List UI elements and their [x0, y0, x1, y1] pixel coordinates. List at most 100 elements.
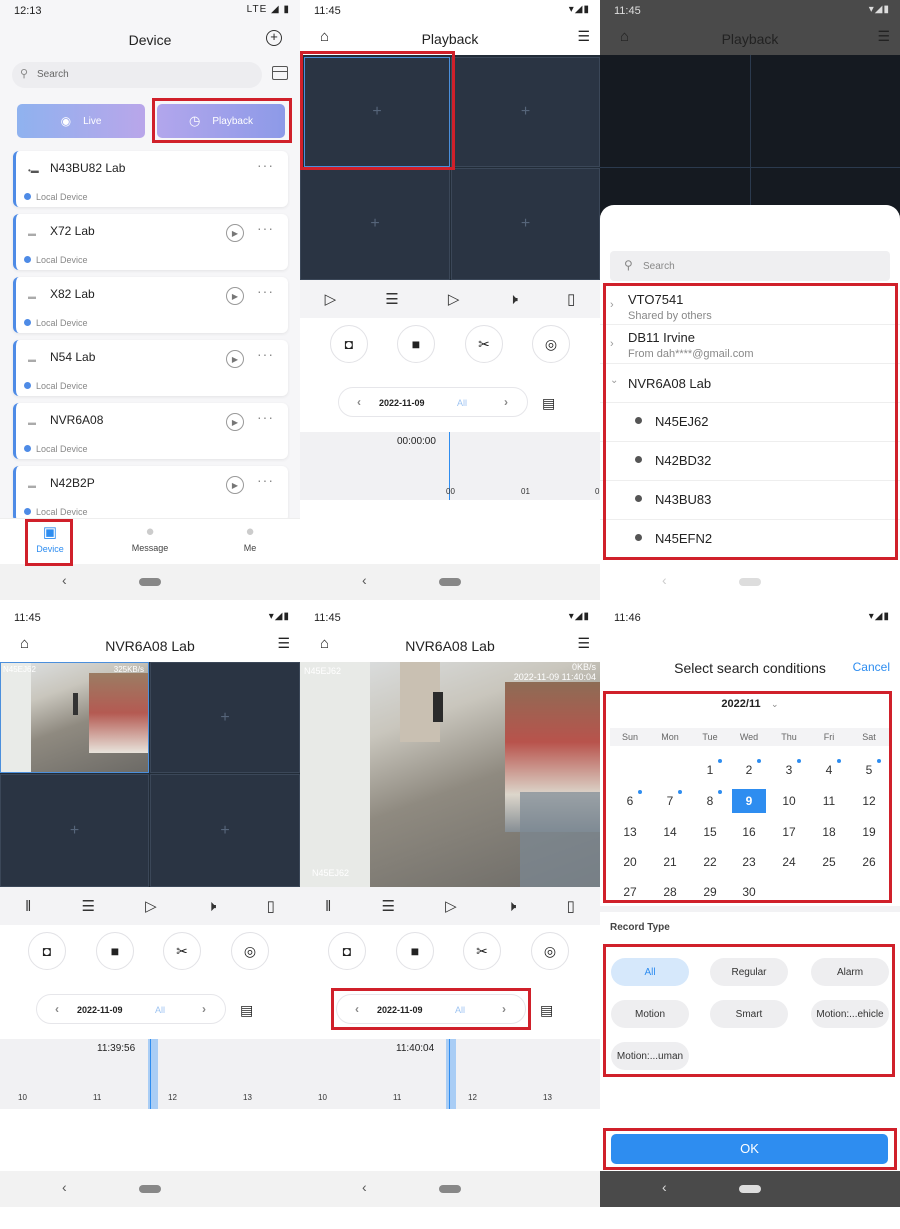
video-cell[interactable]: + — [451, 57, 600, 167]
add-channel-icon[interactable]: + — [220, 709, 229, 727]
speed-button[interactable]: ◎ — [532, 325, 570, 363]
record-filter[interactable]: All — [155, 1005, 165, 1015]
more-icon[interactable]: ··· — [257, 157, 274, 173]
more-icon[interactable]: ··· — [257, 346, 274, 362]
timeline-cursor[interactable] — [449, 1039, 450, 1109]
tree-device-row[interactable]: › DB11 Irvine From dah****@gmail.com — [600, 326, 900, 364]
device-card[interactable]: ▬ N54 Lab ▶ ··· Local Device — [13, 340, 288, 396]
search-input[interactable]: ⚲ Search — [12, 62, 262, 88]
play-icon[interactable]: ▷ — [325, 290, 337, 308]
calendar-day[interactable]: 7 — [650, 790, 690, 808]
calendar-day[interactable]: 4 — [809, 759, 849, 777]
chevron-down-icon[interactable]: ⌄ — [610, 375, 618, 386]
split-screen-icon[interactable]: ☰ — [382, 897, 395, 915]
back-icon[interactable]: ‹ — [662, 1179, 667, 1195]
device-list-icon[interactable]: ☰ — [577, 28, 590, 45]
tree-channel-row[interactable]: N43BU83 — [600, 481, 900, 520]
calendar-day[interactable]: 11 — [809, 794, 849, 808]
tab-message[interactable]: ● Message — [128, 523, 172, 563]
calendar-day[interactable]: 20 — [610, 855, 650, 869]
mute-icon[interactable]: 🕨 — [507, 898, 516, 915]
back-icon[interactable]: ‹ — [62, 1179, 67, 1195]
split-screen-icon[interactable]: ☰ — [385, 290, 398, 308]
device-list-icon[interactable]: ☰ — [277, 635, 290, 652]
date-selector[interactable]: ‹ 2022-11-09 All › — [336, 994, 526, 1024]
device-list-icon[interactable]: ☰ — [577, 635, 590, 652]
timeline-cursor[interactable] — [150, 1039, 151, 1109]
calendar-day[interactable]: 5 — [849, 759, 889, 777]
calendar-day[interactable]: 2 — [729, 759, 769, 777]
add-channel-icon[interactable]: + — [521, 103, 530, 121]
timeline[interactable]: 00:00:00 00 01 0 — [300, 432, 600, 500]
play-icon[interactable]: ▶ — [226, 413, 244, 431]
calendar-day[interactable]: 14 — [650, 825, 690, 839]
chevron-right-icon[interactable]: › — [610, 299, 614, 311]
play-icon[interactable]: ▶ — [226, 476, 244, 494]
playback-button[interactable]: ◷ Playback — [157, 104, 285, 138]
calendar-day[interactable]: 23 — [729, 855, 769, 869]
back-icon[interactable]: ‹ — [362, 572, 367, 588]
tree-device-row[interactable]: ⌄ NVR6A08 Lab — [600, 365, 900, 403]
rotate-icon[interactable]: ▯ — [567, 897, 575, 915]
film-icon[interactable]: ▤ — [542, 395, 555, 412]
video-cell[interactable]: + — [304, 57, 450, 167]
mute-icon[interactable]: 🕨 — [509, 291, 518, 308]
calendar-day[interactable]: 24 — [769, 855, 809, 869]
rotate-icon[interactable]: ▯ — [267, 897, 275, 915]
play-icon[interactable]: ▶ — [226, 224, 244, 242]
calendar-day[interactable]: 16 — [729, 825, 769, 839]
snapshot-button[interactable]: ◘ — [330, 325, 368, 363]
speed-button[interactable]: ◎ — [231, 932, 269, 970]
next-date-icon[interactable]: › — [202, 1002, 206, 1016]
film-icon[interactable]: ▤ — [240, 1002, 253, 1019]
calendar-day[interactable]: 21 — [650, 855, 690, 869]
calendar-day[interactable]: 3 — [769, 759, 809, 777]
film-icon[interactable]: ▤ — [540, 1002, 553, 1019]
pause-icon[interactable]: ‖ — [25, 898, 31, 915]
prev-date-icon[interactable]: ‹ — [55, 1002, 59, 1016]
calendar-day[interactable]: 25 — [809, 855, 849, 869]
chevron-down-icon[interactable]: ⌄ — [771, 699, 779, 709]
date-selector[interactable]: ‹ 2022-11-09 All › — [36, 994, 226, 1024]
snapshot-button[interactable]: ◘ — [28, 932, 66, 970]
device-card[interactable]: •▬ N43BU82 Lab ··· Local Device — [13, 151, 288, 207]
date-selector[interactable]: ‹ 2022-11-09 All › — [338, 387, 528, 417]
sheet-search-input[interactable]: ⚲ Search — [610, 251, 890, 281]
video-cell[interactable]: + — [150, 662, 300, 773]
tree-channel-row[interactable]: N45EFN2 — [600, 520, 900, 559]
prev-date-icon[interactable]: ‹ — [355, 1002, 359, 1016]
tree-channel-row[interactable]: N45EJ62 — [600, 403, 900, 442]
record-type-option-selected[interactable]: All — [611, 958, 689, 986]
calendar-day[interactable]: 26 — [849, 855, 889, 869]
video-cell[interactable]: + — [300, 168, 450, 280]
more-icon[interactable]: ··· — [257, 409, 274, 425]
timeline[interactable]: 11:39:56 10 11 12 13 — [0, 1039, 300, 1109]
record-filter[interactable]: All — [457, 398, 467, 408]
chevron-right-icon[interactable]: › — [610, 338, 614, 350]
calendar-day[interactable]: 1 — [690, 759, 730, 777]
speed-button[interactable]: ◎ — [531, 932, 569, 970]
tree-channel-row[interactable]: N42BD32 — [600, 442, 900, 481]
prev-date-icon[interactable]: ‹ — [357, 395, 361, 409]
back-icon[interactable]: ‹ — [662, 572, 667, 588]
record-type-option[interactable]: Motion:...uman — [611, 1042, 689, 1070]
calendar-day[interactable]: 12 — [849, 794, 889, 808]
split-screen-icon[interactable]: ☰ — [82, 897, 95, 915]
video-cell[interactable]: + — [451, 168, 600, 280]
live-button[interactable]: ◉ Live — [17, 104, 145, 138]
cancel-button[interactable]: Cancel — [853, 660, 890, 674]
month-selector[interactable]: 2022/11 ⌄ — [610, 692, 890, 716]
video-cell[interactable]: + — [0, 774, 149, 887]
clip-button[interactable]: ✂ — [163, 932, 201, 970]
camera-feed[interactable]: N45EJ62 2022-11-09 11:40:04 0KB/s N45EJ6… — [300, 662, 600, 887]
record-type-option[interactable]: Smart — [710, 1000, 788, 1028]
back-icon[interactable]: ‹ — [362, 1179, 367, 1195]
rotate-icon[interactable]: ▯ — [567, 290, 575, 308]
home-pill-icon[interactable] — [139, 1185, 161, 1193]
device-list-icon[interactable]: ☰ — [877, 28, 890, 45]
calendar-day[interactable]: 15 — [690, 825, 730, 839]
record-type-option[interactable]: Alarm — [811, 958, 889, 986]
device-card[interactable]: ▬ NVR6A08 ▶ ··· Local Device — [13, 403, 288, 459]
record-button[interactable]: ■ — [396, 932, 434, 970]
calendar-day[interactable]: 30 — [729, 885, 769, 899]
